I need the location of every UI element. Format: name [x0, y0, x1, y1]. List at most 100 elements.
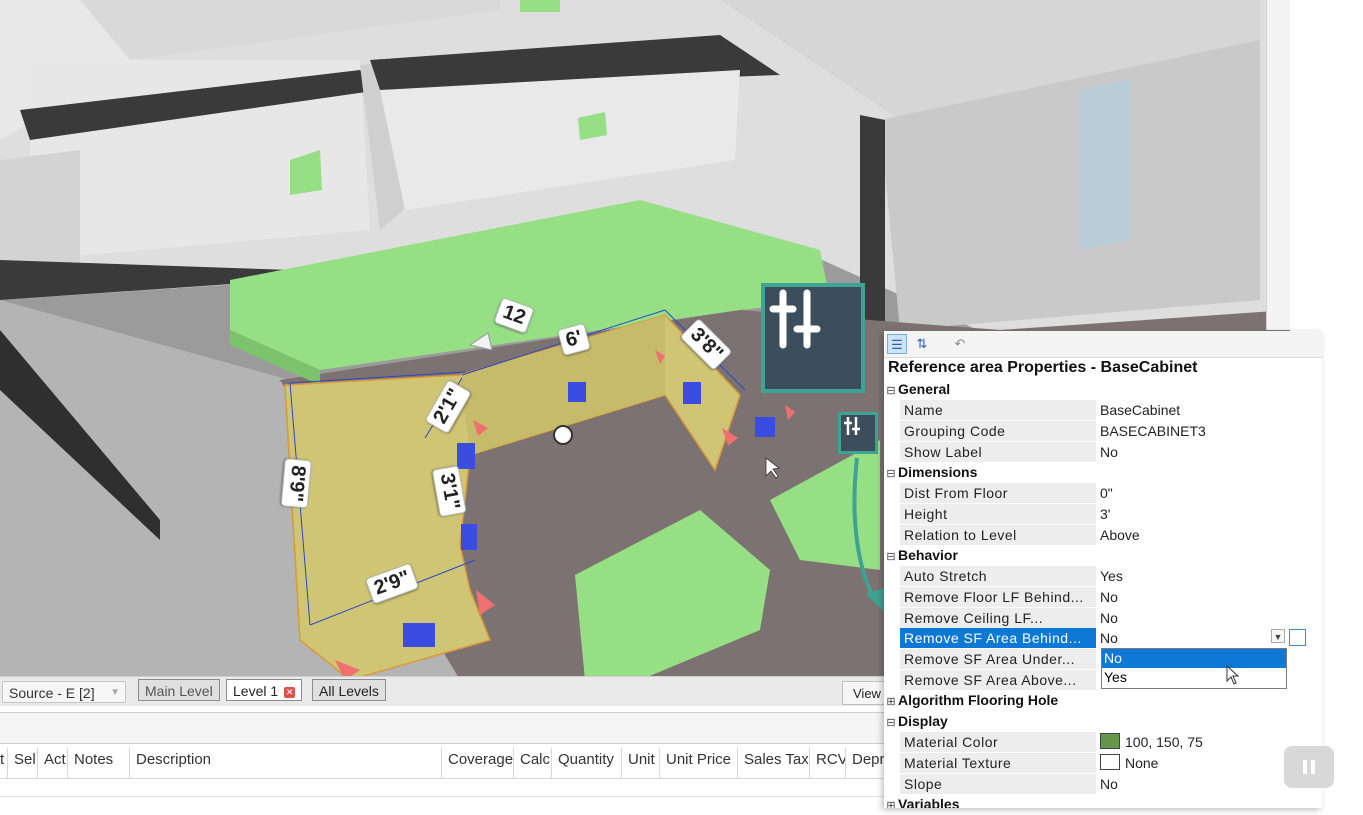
dimension-label: 8'9" [280, 458, 312, 509]
property-label: Dist From Floor [900, 483, 1096, 503]
collapse-icon[interactable]: ⊟ [884, 381, 898, 401]
property-name[interactable]: Name BaseCabinet [900, 400, 1286, 420]
color-swatch [1100, 733, 1120, 749]
column-header[interactable]: Notes [68, 748, 130, 778]
sort-alphabetical-icon[interactable]: ⇅ [912, 334, 932, 354]
property-value[interactable]: Above [1097, 525, 1286, 545]
column-header[interactable]: Sales Tax [738, 748, 810, 778]
tool-zoom-callout [761, 283, 865, 393]
estimate-table: t Sel Act Notes Description Coverage Cal… [0, 706, 890, 815]
column-header[interactable]: Unit [622, 748, 660, 778]
tab-label: Main Level [145, 683, 213, 699]
table-toolbar [0, 712, 890, 744]
property-label: Remove SF Area Behind... [900, 628, 1096, 648]
properties-toolbar: ☰ ⇅ ↶ [884, 331, 1322, 358]
category-dimensions[interactable]: ⊟ Dimensions [884, 462, 1322, 482]
dropdown-option-no[interactable]: No [1102, 649, 1286, 668]
undo-icon[interactable]: ↶ [950, 334, 970, 354]
property-value[interactable]: Yes [1097, 566, 1286, 586]
column-header[interactable]: Sel [8, 748, 38, 778]
property-height[interactable]: Height 3' [900, 504, 1286, 524]
tab-main-level[interactable]: Main Level [138, 679, 220, 701]
property-value[interactable]: BASECABINET3 [1097, 421, 1286, 441]
sliders-icon [844, 417, 860, 435]
property-label: Auto Stretch [900, 566, 1096, 586]
property-label: Material Texture [900, 753, 1096, 773]
property-value[interactable]: No [1097, 587, 1286, 607]
source-select[interactable]: Source - E [2] ▼ [2, 681, 126, 703]
value-dropdown-list: No Yes [1101, 648, 1287, 689]
properties-title: Reference area Properties - BaseCabinet [888, 359, 1198, 376]
column-header[interactable]: Description [130, 748, 442, 778]
category-display[interactable]: ⊟ Display [884, 711, 1322, 731]
category-label: Variables [898, 796, 960, 808]
property-material-color[interactable]: Material Color 100, 150, 75 [900, 732, 1286, 752]
property-grouping-code[interactable]: Grouping Code BASECABINET3 [900, 421, 1286, 441]
column-header[interactable]: RCV [810, 748, 846, 778]
category-label: General [898, 381, 951, 397]
pause-icon [1303, 760, 1315, 774]
pause-button[interactable] [1284, 746, 1334, 788]
property-label: Remove SF Area Above... [900, 670, 1096, 690]
close-icon[interactable]: ✕ [284, 686, 296, 698]
tab-all-levels[interactable]: All Levels [312, 679, 386, 701]
property-relation-to-level[interactable]: Relation to Level Above [900, 525, 1286, 545]
sliders-icon [769, 289, 821, 349]
property-label: Slope [900, 774, 1096, 794]
column-header[interactable]: t [0, 748, 8, 778]
property-slope[interactable]: Slope No [900, 774, 1286, 794]
property-material-texture[interactable]: Material Texture None [900, 753, 1286, 773]
chevron-down-icon[interactable]: ▼ [1271, 629, 1285, 643]
viewport-scrollbar[interactable] [1266, 0, 1291, 330]
property-remove-ceiling-lf[interactable]: Remove Ceiling LF... No [900, 608, 1286, 628]
property-value[interactable]: No [1097, 442, 1286, 462]
property-value[interactable]: 0" [1097, 483, 1286, 503]
column-header[interactable]: Coverage [442, 748, 514, 778]
chevron-down-icon: ▼ [110, 687, 120, 698]
expand-icon[interactable]: ⊞ [884, 692, 898, 712]
category-general[interactable]: ⊟ General [884, 379, 1322, 399]
property-value[interactable]: No [1097, 774, 1286, 794]
category-label: Dimensions [898, 464, 978, 480]
property-label: Remove SF Area Under... [900, 649, 1096, 669]
column-header[interactable]: Calc [514, 748, 552, 778]
source-select-label: Source - E [2] [9, 685, 95, 701]
properties-tool-button[interactable] [838, 412, 878, 454]
column-header[interactable]: Act [38, 748, 68, 778]
table-row[interactable] [0, 778, 890, 797]
level-tab-bar: Source - E [2] ▼ Main Level Level 1 ✕ All… [0, 676, 892, 707]
property-value[interactable]: None [1097, 753, 1286, 773]
texture-value: None [1125, 755, 1159, 771]
column-header[interactable]: Unit Price [660, 748, 738, 778]
collapse-icon[interactable]: ⊟ [884, 547, 898, 567]
category-label: Display [898, 713, 948, 729]
column-header[interactable]: Quantity [552, 748, 622, 778]
tab-label: All Levels [319, 683, 379, 699]
property-remove-sf-area-behind[interactable]: Remove SF Area Behind... No [900, 628, 1286, 648]
property-dist-from-floor[interactable]: Dist From Floor 0" [900, 483, 1286, 503]
collapse-icon[interactable]: ⊟ [884, 713, 898, 733]
property-label: Name [900, 400, 1096, 420]
tab-level-1[interactable]: Level 1 ✕ [226, 679, 303, 701]
property-show-label[interactable]: Show Label No [900, 442, 1286, 462]
property-label: Show Label [900, 442, 1096, 462]
category-variables[interactable]: ⊞ Variables [884, 794, 1322, 808]
property-remove-floor-lf[interactable]: Remove Floor LF Behind... No [900, 587, 1286, 607]
category-label: Behavior [898, 547, 958, 563]
property-auto-stretch[interactable]: Auto Stretch Yes [900, 566, 1286, 586]
value-edit-box[interactable] [1289, 629, 1306, 646]
categorized-view-icon[interactable]: ☰ [887, 334, 907, 354]
expand-icon[interactable]: ⊞ [884, 796, 898, 808]
property-value[interactable]: No [1097, 628, 1286, 648]
table-header: t Sel Act Notes Description Coverage Cal… [0, 748, 890, 779]
property-value[interactable]: 3' [1097, 504, 1286, 524]
category-behavior[interactable]: ⊟ Behavior [884, 545, 1322, 565]
property-value[interactable]: 100, 150, 75 [1097, 732, 1286, 752]
property-value[interactable]: BaseCabinet [1097, 400, 1286, 420]
property-value[interactable]: No [1097, 608, 1286, 628]
collapse-icon[interactable]: ⊟ [884, 464, 898, 484]
dropdown-option-yes[interactable]: Yes [1102, 668, 1286, 687]
color-value: 100, 150, 75 [1125, 734, 1203, 750]
tab-label: Level 1 [233, 683, 279, 699]
category-algorithm-flooring-hole[interactable]: ⊞ Algorithm Flooring Hole [884, 690, 1322, 710]
